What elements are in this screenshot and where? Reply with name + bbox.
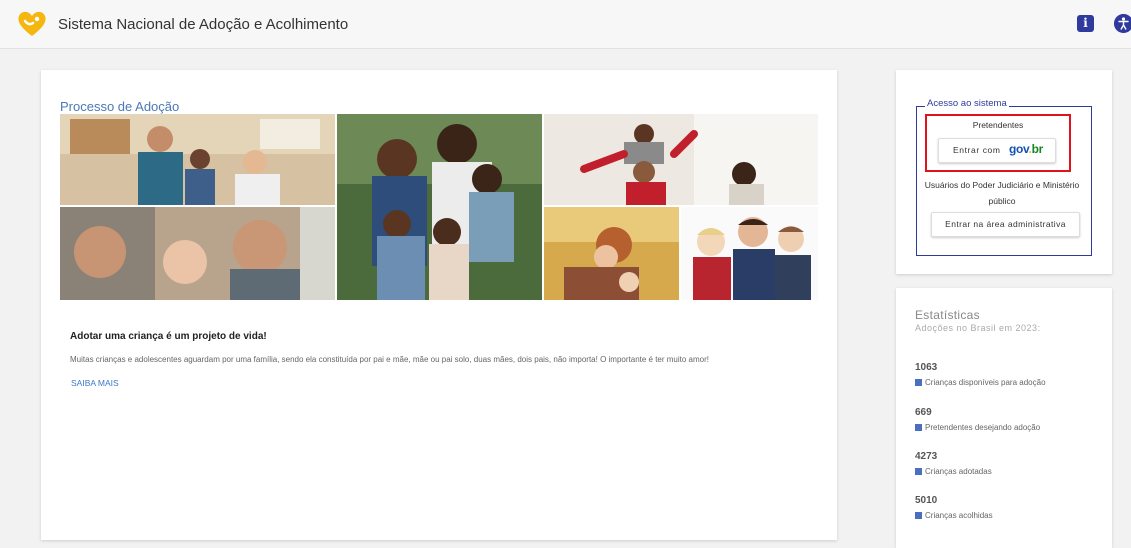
heart-logo-icon[interactable] (16, 10, 48, 38)
legend-square-icon (915, 468, 922, 475)
intro-heading: Adotar uma criança é um projeto de vida! (70, 331, 267, 342)
stats-subtitle: Adoções no Brasil em 2023: (915, 323, 1041, 333)
child-on-shoulders-photo (544, 114, 818, 205)
stat-value: 1063 (915, 362, 938, 373)
stat-label-text: Crianças disponíveis para adoção (925, 378, 1046, 387)
gov-br-login-button[interactable]: Entrar com gov.br (938, 138, 1056, 163)
stat-value: 5010 (915, 495, 938, 506)
stat-label-text: Crianças adotadas (925, 467, 992, 476)
intro-text: Muitas crianças e adolescentes aguardam … (70, 355, 709, 364)
stat-label-text: Crianças acolhidas (925, 511, 993, 520)
stat-label: Pretendentes desejando adoção (915, 423, 1040, 432)
gov-button-label: Entrar com (953, 145, 1001, 155)
pretendentes-label: Pretendentes (972, 120, 1024, 130)
top-bar: Sistema Nacional de Adoção e Acolhimento… (0, 0, 1131, 49)
app-title: Sistema Nacional de Adoção e Acolhimento (58, 16, 349, 33)
family-hug-photo (337, 114, 542, 300)
stat-label: Crianças adotadas (915, 467, 992, 476)
family-kitchen-photo (60, 114, 335, 205)
mother-baby-field-photo (544, 207, 679, 300)
admin-area-button[interactable]: Entrar na área administrativa (931, 212, 1080, 237)
section-title: Processo de Adoção (60, 99, 180, 114)
accessibility-icon[interactable] (1114, 14, 1131, 33)
father-baby-photo (60, 207, 335, 300)
gov-br-logo-br: br (1031, 142, 1044, 156)
judiciary-users-label: Usuários do Poder Judiciário e Ministéri… (924, 180, 1080, 206)
father-sons-photo (681, 207, 818, 300)
stat-label-text: Pretendentes desejando adoção (925, 423, 1041, 432)
legend-square-icon (915, 512, 922, 519)
stat-label: Crianças acolhidas (915, 511, 993, 520)
info-icon[interactable]: i (1077, 15, 1094, 32)
stat-label: Crianças disponíveis para adoção (915, 378, 1046, 387)
saiba-mais-link[interactable]: SAIBA MAIS (71, 378, 119, 388)
stats-title: Estatísticas (915, 308, 980, 322)
legend-square-icon (915, 379, 922, 386)
stat-value: 669 (915, 407, 932, 418)
gov-br-logo-gov: gov (1009, 142, 1029, 156)
adoption-photo-collage (60, 114, 818, 300)
access-legend: Acesso ao sistema (925, 98, 1009, 109)
gov-br-logo: gov.br (1009, 142, 1043, 156)
legend-square-icon (915, 424, 922, 431)
stat-value: 4273 (915, 451, 938, 462)
